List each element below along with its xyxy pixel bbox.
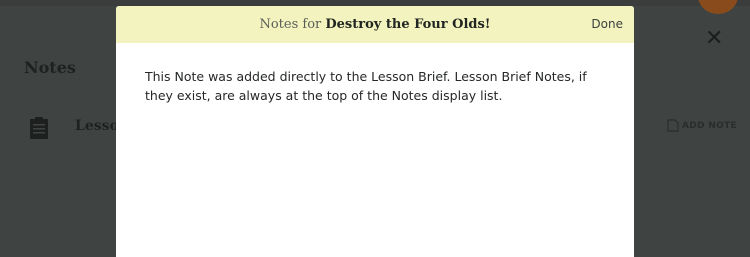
add-note-label: ADD NOTE (682, 120, 737, 131)
note-icon (667, 119, 679, 132)
modal-lesson-name: Destroy the Four Olds! (325, 17, 491, 32)
modal-title-prefix: Notes for (259, 17, 322, 32)
notes-section-title: Notes (24, 58, 76, 77)
notes-modal: Notes for Destroy the Four Olds! Done Th… (116, 6, 634, 257)
modal-header: Notes for Destroy the Four Olds! Done (116, 6, 634, 43)
modal-title: Notes for Destroy the Four Olds! (116, 17, 634, 32)
note-text: This Note was added directly to the Less… (145, 69, 587, 103)
clipboard-icon (30, 117, 48, 139)
add-note-button[interactable]: ADD NOTE (667, 119, 737, 132)
close-icon[interactable]: ✕ (705, 28, 723, 50)
note-content: This Note was added directly to the Less… (116, 43, 634, 105)
done-button[interactable]: Done (591, 17, 623, 31)
lesson-label[interactable]: Lesso (75, 118, 119, 134)
avatar[interactable] (698, 0, 738, 14)
